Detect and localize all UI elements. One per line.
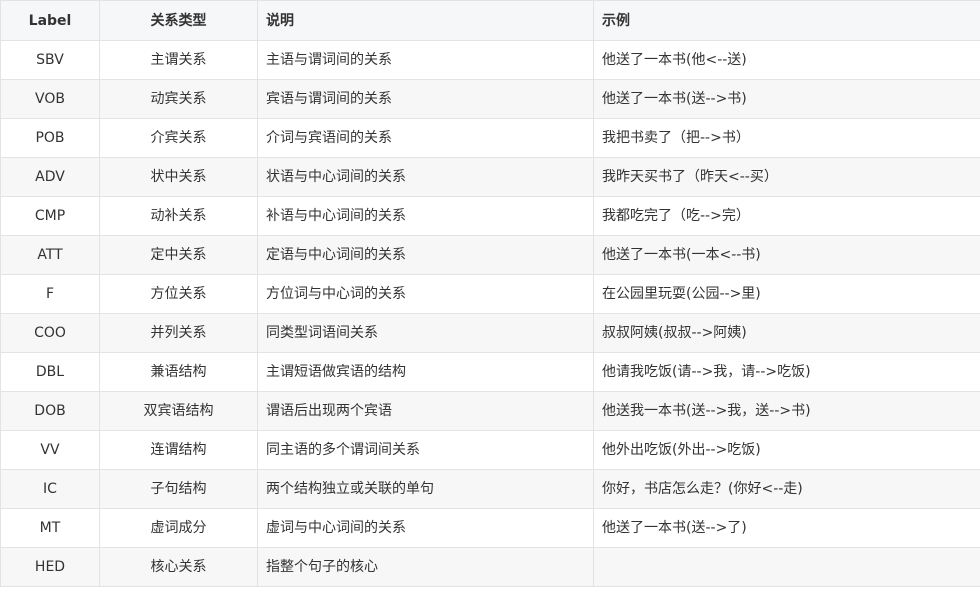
cell-relation-type: 动补关系 [99, 196, 258, 236]
cell-relation-type: 虚词成分 [99, 508, 258, 548]
cell-relation-type: 连谓结构 [99, 430, 258, 470]
table-row: COO 并列关系 同类型词语间关系 叔叔阿姨(叔叔-->阿姨) [0, 313, 980, 353]
table-header: Label 关系类型 说明 示例 [0, 0, 980, 41]
cell-description: 定语与中心词间的关系 [257, 235, 594, 275]
cell-example: 他送了一本书(送-->书) [593, 79, 980, 119]
cell-relation-type: 兼语结构 [99, 352, 258, 392]
cell-label: ATT [0, 235, 100, 275]
cell-description: 两个结构独立或关联的单句 [257, 469, 594, 509]
table-row: HED 核心关系 指整个句子的核心 [0, 547, 980, 587]
cell-description: 主谓短语做宾语的结构 [257, 352, 594, 392]
table-row: ATT 定中关系 定语与中心词间的关系 他送了一本书(一本<--书) [0, 235, 980, 275]
cell-relation-type: 并列关系 [99, 313, 258, 353]
cell-label: MT [0, 508, 100, 548]
cell-relation-type: 方位关系 [99, 274, 258, 314]
header-relation-type: 关系类型 [99, 0, 258, 41]
header-example: 示例 [593, 0, 980, 41]
cell-label: HED [0, 547, 100, 587]
cell-relation-type: 主谓关系 [99, 40, 258, 80]
cell-label: VOB [0, 79, 100, 119]
table-row: DOB 双宾语结构 谓语后出现两个宾语 他送我一本书(送-->我，送-->书) [0, 391, 980, 431]
cell-relation-type: 定中关系 [99, 235, 258, 275]
cell-label: ADV [0, 157, 100, 197]
cell-description: 状语与中心词间的关系 [257, 157, 594, 197]
cell-description: 补语与中心词间的关系 [257, 196, 594, 236]
cell-description: 谓语后出现两个宾语 [257, 391, 594, 431]
cell-relation-type: 介宾关系 [99, 118, 258, 158]
cell-relation-type: 双宾语结构 [99, 391, 258, 431]
cell-example: 我把书卖了（把-->书） [593, 118, 980, 158]
cell-description: 介词与宾语间的关系 [257, 118, 594, 158]
table-row: POB 介宾关系 介词与宾语间的关系 我把书卖了（把-->书） [0, 118, 980, 158]
cell-example: 我昨天买书了（昨天<--买） [593, 157, 980, 197]
table-row: SBV 主谓关系 主语与谓词间的关系 他送了一本书(他<--送) [0, 40, 980, 80]
header-description: 说明 [257, 0, 594, 41]
cell-example: 他送了一本书(送-->了) [593, 508, 980, 548]
table-row: ADV 状中关系 状语与中心词间的关系 我昨天买书了（昨天<--买） [0, 157, 980, 197]
cell-example: 你好，书店怎么走？(你好<--走) [593, 469, 980, 509]
cell-example: 他送了一本书(他<--送) [593, 40, 980, 80]
cell-description: 方位词与中心词的关系 [257, 274, 594, 314]
cell-description: 同类型词语间关系 [257, 313, 594, 353]
cell-example: 叔叔阿姨(叔叔-->阿姨) [593, 313, 980, 353]
cell-example [593, 547, 980, 587]
cell-description: 宾语与谓词间的关系 [257, 79, 594, 119]
cell-label: COO [0, 313, 100, 353]
cell-description: 虚词与中心词间的关系 [257, 508, 594, 548]
cell-example: 他送了一本书(一本<--书) [593, 235, 980, 275]
cell-example: 他外出吃饭(外出-->吃饭) [593, 430, 980, 470]
cell-label: CMP [0, 196, 100, 236]
cell-relation-type: 状中关系 [99, 157, 258, 197]
relation-table: Label 关系类型 说明 示例 SBV 主谓关系 主语与谓词间的关系 他送了一本书(… [0, 0, 980, 587]
cell-label: DOB [0, 391, 100, 431]
cell-relation-type: 核心关系 [99, 547, 258, 587]
table-body: SBV 主谓关系 主语与谓词间的关系 他送了一本书(他<--送) VOB 动宾关系 宾语与谓… [0, 40, 980, 587]
cell-label: VV [0, 430, 100, 470]
cell-example: 在公园里玩耍(公园-->里) [593, 274, 980, 314]
cell-label: F [0, 274, 100, 314]
table-row: MT 虚词成分 虚词与中心词间的关系 他送了一本书(送-->了) [0, 508, 980, 548]
cell-label: DBL [0, 352, 100, 392]
table-row: VOB 动宾关系 宾语与谓词间的关系 他送了一本书(送-->书) [0, 79, 980, 119]
table-row: DBL 兼语结构 主谓短语做宾语的结构 他请我吃饭(请-->我，请-->吃饭) [0, 352, 980, 392]
table-row: CMP 动补关系 补语与中心词间的关系 我都吃完了（吃-->完） [0, 196, 980, 236]
cell-label: POB [0, 118, 100, 158]
table-row: VV 连谓结构 同主语的多个谓词间关系 他外出吃饭(外出-->吃饭) [0, 430, 980, 470]
cell-label: IC [0, 469, 100, 509]
cell-relation-type: 动宾关系 [99, 79, 258, 119]
cell-description: 指整个句子的核心 [257, 547, 594, 587]
cell-example: 我都吃完了（吃-->完） [593, 196, 980, 236]
cell-label: SBV [0, 40, 100, 80]
cell-example: 他送我一本书(送-->我，送-->书) [593, 391, 980, 431]
cell-description: 同主语的多个谓词间关系 [257, 430, 594, 470]
cell-description: 主语与谓词间的关系 [257, 40, 594, 80]
header-row: Label 关系类型 说明 示例 [0, 0, 980, 41]
cell-relation-type: 子句结构 [99, 469, 258, 509]
header-label: Label [0, 0, 100, 41]
cell-example: 他请我吃饭(请-->我，请-->吃饭) [593, 352, 980, 392]
table-row: IC 子句结构 两个结构独立或关联的单句 你好，书店怎么走？(你好<--走) [0, 469, 980, 509]
table-row: F 方位关系 方位词与中心词的关系 在公园里玩耍(公园-->里) [0, 274, 980, 314]
